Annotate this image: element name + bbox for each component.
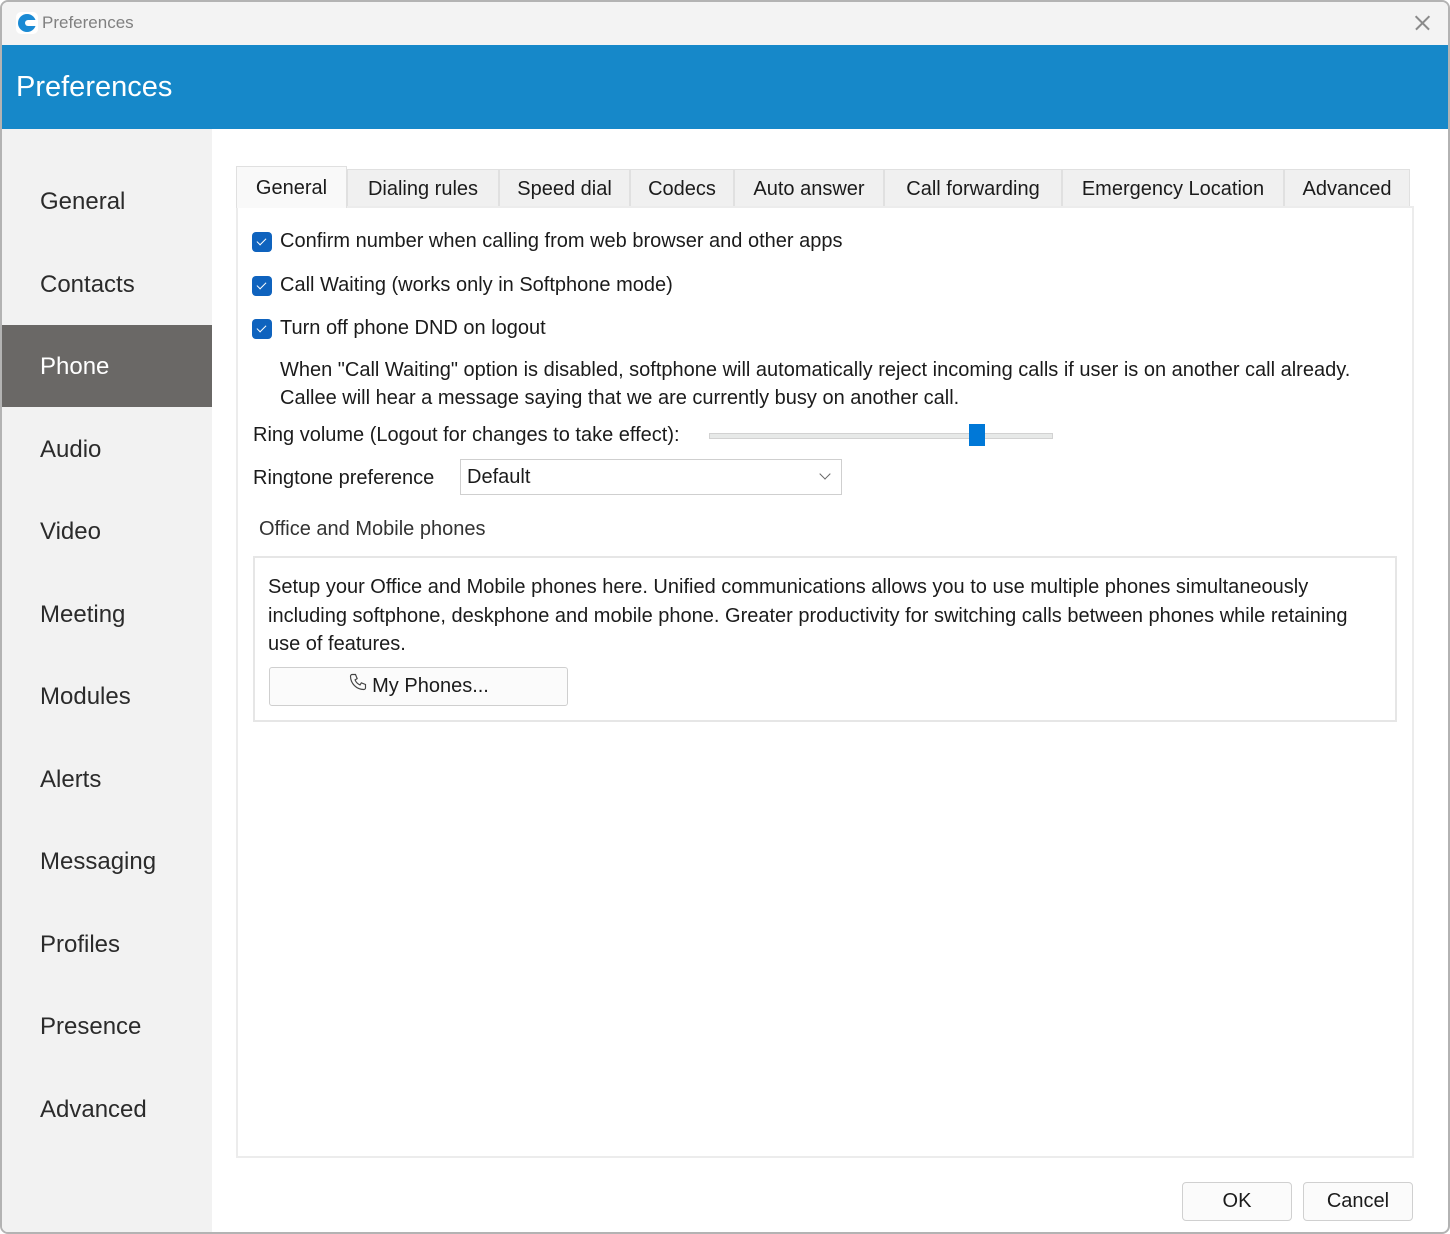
sidebar-item-label: Contacts bbox=[40, 271, 135, 298]
preferences-window: Preferences Preferences General Contacts… bbox=[0, 0, 1450, 1234]
tab-call-forwarding[interactable]: Call forwarding bbox=[884, 169, 1062, 207]
sidebar-item-label: Alerts bbox=[40, 766, 102, 793]
sidebar-item-alerts[interactable]: Alerts bbox=[2, 738, 212, 820]
tab-general[interactable]: General bbox=[236, 166, 347, 208]
my-phones-label: My Phones... bbox=[372, 675, 489, 697]
title-bar: Preferences bbox=[2, 2, 1448, 45]
slider-thumb[interactable] bbox=[969, 424, 986, 446]
sidebar-item-messaging[interactable]: Messaging bbox=[2, 820, 212, 902]
sidebar-item-label: General bbox=[40, 188, 126, 215]
phone-icon bbox=[348, 672, 368, 697]
tab-advanced[interactable]: Advanced bbox=[1284, 169, 1410, 207]
office-mobile-group-title: Office and Mobile phones bbox=[259, 518, 486, 540]
sidebar-item-label: Advanced bbox=[40, 1096, 147, 1123]
sidebar-item-label: Meeting bbox=[40, 601, 126, 628]
window-title: Preferences bbox=[42, 13, 134, 32]
general-tab-panel: Confirm number when calling from web bro… bbox=[236, 206, 1414, 1158]
ring-volume-slider[interactable] bbox=[708, 422, 1054, 448]
checkbox-label: Confirm number when calling from web bro… bbox=[280, 230, 843, 252]
sidebar-item-meeting[interactable]: Meeting bbox=[2, 573, 212, 655]
slider-track[interactable] bbox=[709, 433, 1053, 439]
sidebar-item-label: Messaging bbox=[40, 848, 157, 875]
checkbox-label: Call Waiting (works only in Softphone mo… bbox=[280, 274, 673, 296]
ringtone-preference-label: Ringtone preference bbox=[253, 467, 435, 489]
checkbox-checked-icon[interactable] bbox=[252, 319, 272, 339]
sidebar-item-video[interactable]: Video bbox=[2, 490, 212, 572]
sidebar-item-profiles[interactable]: Profiles bbox=[2, 903, 212, 985]
sidebar-item-label: Audio bbox=[40, 436, 102, 463]
sidebar-item-label: Presence bbox=[40, 1013, 142, 1040]
sidebar: General Contacts Phone Audio Video Meeti… bbox=[2, 129, 212, 1232]
sidebar-item-label: Video bbox=[40, 518, 101, 545]
ok-button[interactable]: OK bbox=[1182, 1182, 1292, 1221]
tab-auto-answer[interactable]: Auto answer bbox=[734, 169, 884, 207]
header-banner: Preferences bbox=[2, 45, 1448, 129]
sidebar-item-modules[interactable]: Modules bbox=[2, 655, 212, 737]
ringtone-selected-value: Default bbox=[467, 466, 531, 488]
sidebar-item-label: Modules bbox=[40, 683, 131, 710]
chevron-down-icon bbox=[819, 468, 831, 480]
sidebar-item-general[interactable]: General bbox=[2, 160, 212, 242]
tab-dialing-rules[interactable]: Dialing rules bbox=[347, 169, 499, 207]
my-phones-button[interactable]: My Phones... bbox=[269, 667, 568, 706]
sidebar-item-advanced[interactable]: Advanced bbox=[2, 1068, 212, 1150]
sidebar-item-label: Profiles bbox=[40, 931, 121, 958]
tab-emergency-location[interactable]: Emergency Location bbox=[1062, 169, 1284, 207]
tab-codecs[interactable]: Codecs bbox=[630, 169, 734, 207]
cancel-button[interactable]: Cancel bbox=[1303, 1182, 1413, 1221]
sidebar-item-label: Phone bbox=[40, 353, 110, 380]
office-mobile-group: Setup your Office and Mobile phones here… bbox=[253, 556, 1397, 722]
call-waiting-info: When "Call Waiting" option is disabled, … bbox=[280, 359, 1351, 409]
tab-speed-dial[interactable]: Speed dial bbox=[499, 169, 630, 207]
ring-volume-label: Ring volume (Logout for changes to take … bbox=[253, 424, 680, 446]
checkbox-checked-icon[interactable] bbox=[252, 276, 272, 296]
sidebar-item-audio[interactable]: Audio bbox=[2, 408, 212, 490]
checkbox-checked-icon[interactable] bbox=[252, 232, 272, 252]
sidebar-item-contacts[interactable]: Contacts bbox=[2, 243, 212, 325]
sidebar-item-phone[interactable]: Phone bbox=[2, 325, 212, 407]
checkbox-label: Turn off phone DND on logout bbox=[280, 317, 546, 339]
page-title: Preferences bbox=[16, 71, 173, 103]
app-logo-icon bbox=[16, 12, 38, 34]
office-mobile-description: Setup your Office and Mobile phones here… bbox=[268, 576, 1348, 655]
close-icon[interactable] bbox=[1402, 5, 1442, 41]
sidebar-item-presence[interactable]: Presence bbox=[2, 985, 212, 1067]
ringtone-preference-select[interactable]: Default bbox=[460, 459, 842, 495]
